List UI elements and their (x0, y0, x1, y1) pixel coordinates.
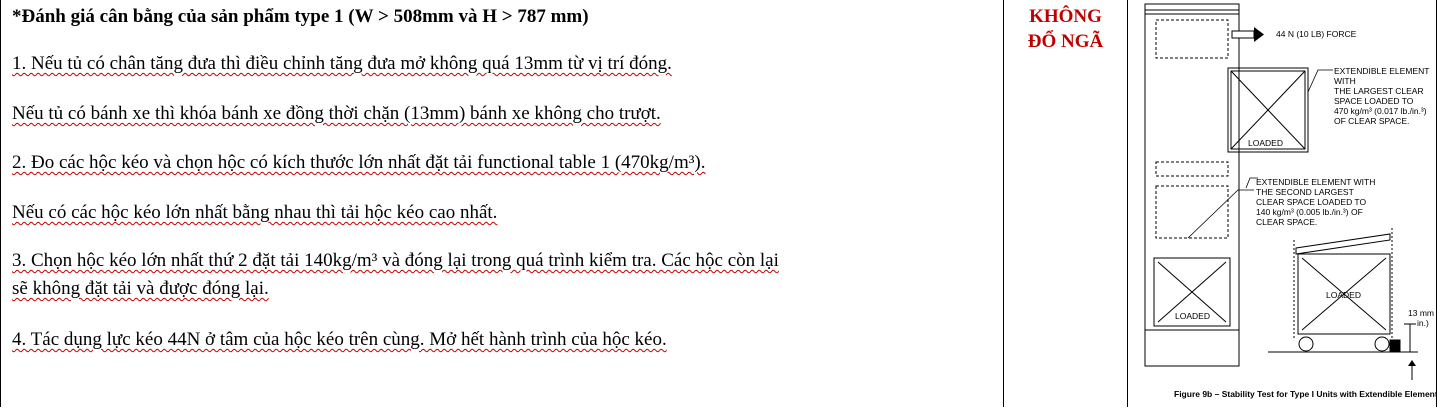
step-1: 1. Nếu tủ có chân tăng đưa thì điều chỉn… (12, 53, 672, 74)
stability-test-figure: 44 N (10 LB) FORCE EXTENDIBLE ELEMENT WI… (1144, 3, 1437, 399)
step-2: 2. Đo các hộc kéo và chọn hộc có kích th… (12, 152, 706, 173)
second-element-line-1: EXTENDIBLE ELEMENT WITH (1256, 177, 1375, 187)
result-cell: KHÔNG ĐỔ NGÃ (1004, 0, 1127, 407)
result-text: KHÔNG ĐỔ NGÃ (1004, 4, 1127, 54)
ext-element-line-1: EXTENDIBLE ELEMENT (1334, 66, 1429, 76)
figure-cell: 44 N (10 LB) FORCE EXTENDIBLE ELEMENT WI… (1128, 0, 1437, 407)
ext-element-line-4: SPACE LOADED TO (1334, 96, 1414, 106)
step-3-cont: sẽ không đặt tải và được đóng lại. (12, 278, 269, 299)
second-element-line-5: CLEAR SPACE. (1256, 217, 1317, 227)
ext-element-line-6: OF CLEAR SPACE. (1334, 116, 1409, 126)
second-element-line-2: THE SECOND LARGEST (1256, 187, 1354, 197)
step-4: 4. Tác dụng lực kéo 44N ở tâm của hộc ké… (12, 329, 667, 350)
second-element-line-3: CLEAR SPACE LOADED TO (1256, 197, 1366, 207)
loaded-label-cart: LOADED (1326, 290, 1361, 300)
ext-element-line-3: THE LARGEST CLEAR (1334, 86, 1424, 96)
top-drawer (1155, 19, 1229, 59)
dimension-line-1: 13 mm (0.5 (1408, 308, 1436, 318)
ext-element-line-5: 470 kg/m³ (0.017 lb./in.³) (1334, 106, 1427, 116)
result-line-1: KHÔNG (1029, 6, 1102, 27)
second-element-line-4: 140 kg/m³ (0.005 lb./in.³) OF (1256, 207, 1363, 217)
loaded-label-top: LOADED (1248, 138, 1283, 148)
figure-caption: Figure 9b – Stability Test for Type I Un… (1174, 389, 1436, 399)
step-2-note: Nếu có các hộc kéo lớn nhất bằng nhau th… (12, 202, 498, 223)
force-label: 44 N (10 LB) FORCE (1276, 29, 1357, 39)
step-3: 3. Chọn hộc kéo lớn nhất thứ 2 đặt tải 1… (12, 250, 779, 271)
ext-element-line-2: WITH (1334, 76, 1356, 86)
procedure-heading: *Đánh giá cân bằng của sản phẩm type 1 (… (12, 6, 589, 27)
force-arrow (1231, 27, 1264, 42)
step-1-note: Nếu tủ có bánh xe thì khóa bánh xe đồng … (12, 103, 661, 124)
loaded-label-bottom: LOADED (1175, 311, 1210, 321)
procedure-cell: *Đánh giá cân bằng của sản phẩm type 1 (… (0, 0, 1003, 407)
result-line-2: ĐỔ NGÃ (1027, 31, 1104, 52)
dimension-line-2: in.) (1417, 318, 1429, 328)
